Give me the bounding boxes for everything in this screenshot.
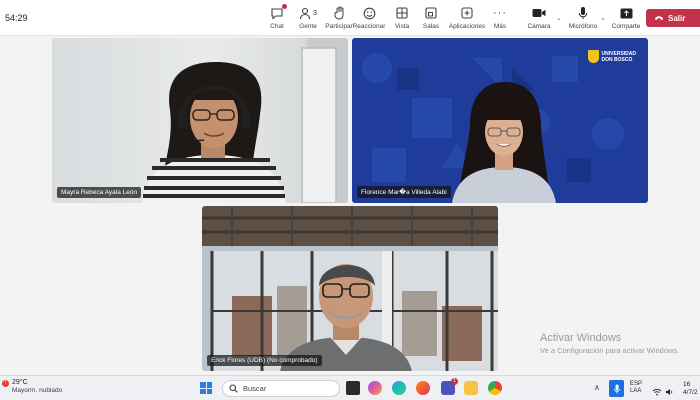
meeting-toolbar: 54:29 Chat 3 Gente Participar Reaccionar… (0, 0, 700, 36)
video-tile-mayra[interactable]: Mayra Rebeca Ayala León (52, 38, 348, 203)
system-clock[interactable]: 16 4/7/2 (683, 381, 697, 397)
chrome-browser-icon[interactable] (488, 381, 502, 395)
breakout-rooms-icon (425, 5, 437, 21)
weather-widget[interactable]: ! 29°C Mayorm. nublado (2, 379, 62, 394)
people-button[interactable]: 3 Gente (297, 5, 319, 33)
hand-icon (333, 5, 346, 21)
mic-button[interactable]: Micrófono (568, 5, 598, 33)
volume-icon[interactable] (665, 383, 674, 400)
camera-icon (532, 5, 546, 21)
copilot-icon[interactable] (368, 381, 382, 395)
firefox-browser-icon[interactable] (416, 381, 430, 395)
people-count: 3 (313, 9, 317, 17)
microphone-in-use-icon[interactable] (609, 380, 624, 397)
camera-options-chevron-icon[interactable]: ⌄ (556, 14, 562, 22)
chat-icon (270, 4, 287, 21)
shield-icon (587, 50, 599, 63)
share-button[interactable]: Comparte (612, 5, 640, 33)
file-explorer-icon[interactable] (464, 381, 478, 395)
university-logo: UNIVERSIDAD DON BOSCO (587, 50, 636, 63)
view-button[interactable]: Vista (393, 5, 411, 33)
raise-hand-button[interactable]: Participar (325, 5, 353, 33)
teams-notification-badge: 1 (451, 378, 458, 385)
rooms-button[interactable]: Salas (422, 5, 440, 33)
chat-button[interactable]: Chat (268, 4, 287, 33)
apps-button[interactable]: Aplicaciones (448, 5, 486, 33)
windows-taskbar: ! 29°C Mayorm. nublado Buscar 1 ∧ ESP LA… (0, 375, 700, 400)
participant-video-feed (202, 206, 498, 371)
grid-view-icon (396, 5, 408, 21)
mic-options-chevron-icon[interactable]: ⌄ (600, 14, 606, 22)
phone-hangup-icon (654, 14, 664, 23)
camera-button[interactable]: Cámara (527, 5, 551, 33)
video-tile-florence[interactable]: UNIVERSIDAD DON BOSCO Florence Mar�a Vill… (352, 38, 648, 203)
video-tile-erick[interactable]: Erick Flores (UDB) (No comprobado) (202, 206, 498, 371)
share-screen-icon (620, 5, 633, 21)
microphone-icon (578, 5, 588, 21)
activation-watermark: Activar Windows Ve a Configuración para … (540, 332, 680, 355)
react-button[interactable]: Reaccionar (353, 5, 385, 33)
weather-alert-icon: ! (2, 380, 9, 387)
teams-app-icon[interactable]: 1 (441, 378, 458, 395)
participant-name: Mayra Rebeca Ayala León (57, 187, 142, 198)
people-icon: 3 (299, 5, 317, 21)
participant-video-feed (142, 38, 348, 203)
add-apps-icon (461, 5, 473, 21)
search-icon (229, 380, 238, 398)
windows-start-icon[interactable] (200, 382, 212, 394)
meeting-timer: 54:29 (5, 13, 28, 23)
task-view-icon[interactable] (346, 381, 360, 395)
leave-button[interactable]: Salir (646, 9, 700, 27)
input-language-indicator[interactable]: ESP LAA (630, 381, 642, 395)
edge-browser-icon[interactable] (392, 381, 406, 395)
participant-name: Erick Flores (UDB) (No comprobado) (207, 355, 322, 366)
smiley-icon (363, 5, 376, 21)
participant-name: Florence Mar�a Villeda Alabi (357, 186, 451, 198)
show-hidden-icons-chevron-icon[interactable]: ∧ (594, 383, 600, 392)
more-button[interactable]: ··· Más (492, 5, 508, 33)
more-dots-icon: ··· (493, 7, 507, 19)
taskbar-search-input[interactable]: Buscar (222, 380, 340, 397)
wifi-icon[interactable] (652, 383, 662, 400)
